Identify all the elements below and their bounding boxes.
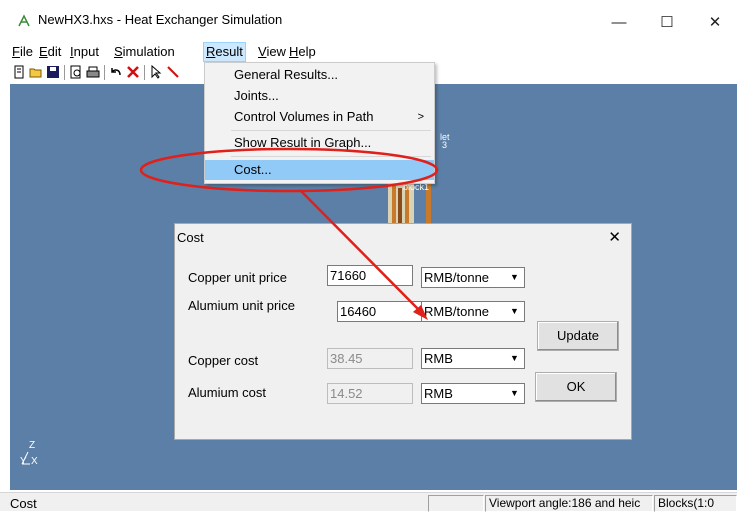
menu-simulation[interactable]: Simulation: [112, 42, 177, 62]
menu-separator: [231, 156, 431, 157]
alumium-cost-unit-select[interactable]: RMB ▼: [421, 383, 525, 404]
cost-dialog-title: Cost: [177, 230, 204, 245]
status-viewport-info: Viewport angle:186 and heic: [485, 495, 653, 512]
copper-cost-unit-select[interactable]: RMB ▼: [421, 348, 525, 369]
save-icon[interactable]: [46, 65, 60, 79]
print-icon[interactable]: [86, 65, 100, 79]
menu-item-joints[interactable]: Joints...: [205, 86, 434, 106]
alumium-cost-unit-value: RMB: [424, 386, 453, 401]
dropdown-arrow-icon: ▼: [510, 388, 519, 398]
menu-item-general-results[interactable]: General Results...: [205, 65, 434, 85]
title-bar: NewHX3.hxs - Heat Exchanger Simulation —…: [0, 0, 737, 40]
alumium-cost-field: 14.52: [327, 383, 413, 404]
alumium-unit-price-unit-select[interactable]: RMB/tonne ▼: [421, 301, 525, 322]
copper-cost-label: Copper cost: [188, 353, 259, 368]
alumium-unit-price-input[interactable]: 16460: [337, 301, 423, 322]
menu-help[interactable]: Help: [287, 42, 318, 62]
app-icon: [18, 14, 30, 27]
submenu-arrow-icon: >: [417, 111, 424, 123]
toolbar-separator: [64, 65, 65, 80]
axis-z-label: Z: [29, 440, 36, 451]
status-bar: Cost Viewport angle:186 and heic Blocks(…: [0, 492, 737, 512]
cost-dialog: Cost ✕ Copper unit price 71660 RMB/tonne…: [174, 223, 632, 440]
menu-input-label: nput: [73, 44, 99, 59]
minimize-button[interactable]: —: [596, 8, 642, 38]
print-preview-icon[interactable]: [69, 65, 83, 79]
result-dropdown-menu: General Results... Joints... Control Vol…: [204, 62, 435, 184]
new-file-icon[interactable]: [12, 65, 26, 79]
dropdown-arrow-icon: ▼: [510, 306, 519, 316]
status-blocks: Blocks(1:0: [654, 495, 737, 512]
copper-cost-field: 38.45: [327, 348, 413, 369]
alumium-unit-price-label: Alumium unit price: [188, 298, 295, 313]
status-text: Cost: [10, 496, 37, 511]
menu-file[interactable]: File: [10, 42, 35, 62]
axis-x-label: X: [31, 456, 38, 467]
menu-view-label: iew: [266, 44, 286, 59]
menu-separator: [231, 130, 431, 131]
menu-result-mnemonic: R: [206, 44, 216, 59]
cost-dialog-close-button[interactable]: ✕: [608, 228, 621, 246]
alumium-unit-price-unit-value: RMB/tonne: [424, 304, 490, 319]
menu-file-mnemonic: F: [12, 44, 20, 59]
menu-result[interactable]: Result: [203, 42, 246, 62]
menu-view[interactable]: View: [256, 42, 288, 62]
menu-edit-label: dit: [47, 44, 62, 59]
menu-file-label: ile: [19, 44, 33, 59]
dropdown-arrow-icon: ▼: [510, 353, 519, 363]
menu-help-mnemonic: H: [289, 44, 299, 59]
copper-unit-price-input[interactable]: 71660: [327, 265, 413, 286]
axis-y-label: Y: [20, 456, 27, 467]
copper-unit-price-unit-select[interactable]: RMB/tonne ▼: [421, 267, 525, 288]
open-folder-icon[interactable]: [29, 65, 43, 79]
maximize-button[interactable]: ☐: [644, 8, 690, 38]
dropdown-arrow-icon: ▼: [510, 272, 519, 282]
menu-edit[interactable]: Edit: [37, 42, 63, 62]
status-pane-empty: [428, 495, 484, 512]
menu-help-label: elp: [298, 44, 316, 59]
toolbar-separator: [104, 65, 105, 80]
copper-unit-price-label: Copper unit price: [188, 270, 287, 285]
toolbar-separator: [144, 65, 145, 80]
alumium-cost-label: Alumium cost: [188, 385, 267, 400]
menu-result-label: esult: [215, 44, 243, 59]
update-button[interactable]: Update: [537, 321, 619, 351]
delete-icon[interactable]: [126, 65, 140, 79]
menu-item-control-volumes[interactable]: Control Volumes in Path >: [205, 107, 434, 127]
ok-button[interactable]: OK: [535, 372, 617, 402]
menu-input[interactable]: Input: [68, 42, 101, 62]
menu-simulation-label: imulation: [122, 44, 175, 59]
pointer-icon[interactable]: [149, 65, 163, 79]
menu-item-show-result-graph[interactable]: Show Result in Graph...: [205, 133, 434, 153]
menu-simulation-mnemonic: S: [114, 44, 123, 59]
draw-line-icon[interactable]: [166, 65, 180, 79]
menu-item-cost[interactable]: Cost...: [205, 160, 434, 180]
close-button[interactable]: ✕: [692, 8, 737, 38]
menu-bar: File Edit Input Simulation Result View H…: [0, 42, 737, 62]
menu-edit-mnemonic: E: [39, 44, 48, 59]
copper-unit-price-unit-value: RMB/tonne: [424, 270, 490, 285]
window-title: NewHX3.hxs - Heat Exchanger Simulation: [38, 12, 283, 27]
menu-item-control-volumes-label: Control Volumes in Path: [234, 109, 374, 124]
outlet-number-label: 3: [442, 140, 448, 150]
undo-icon[interactable]: [109, 65, 123, 79]
copper-cost-unit-value: RMB: [424, 351, 453, 366]
